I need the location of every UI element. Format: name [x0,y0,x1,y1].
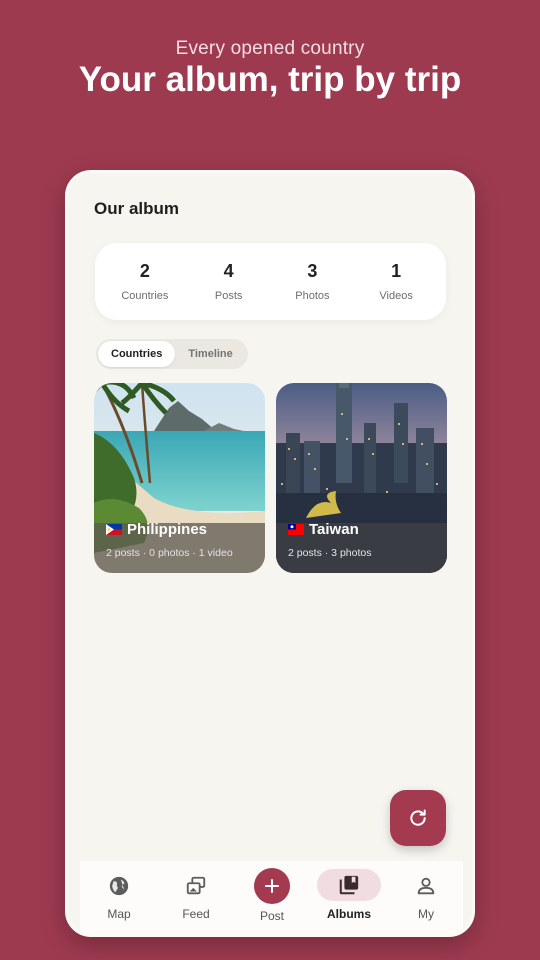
stat-videos: 1 Videos [356,261,436,302]
stat-photos: 3 Photos [272,261,352,302]
album-icon [339,875,359,895]
card-title-row: Taiwan [288,521,359,538]
nav-item-post[interactable]: Post [237,861,307,934]
album-country-name: Taiwan [309,521,359,538]
post-button-circle [254,868,290,904]
stat-value: 1 [391,261,402,281]
album-card-philippines[interactable]: Philippines 2 posts · 0 photos · 1 video [94,383,265,573]
taiwan-flag-icon [288,524,304,535]
nav-label: Post [259,909,284,923]
promo-subtitle: Every opened country [175,38,365,59]
stat-label: Countries [121,290,169,302]
stat-label: Photos [295,290,330,302]
nav-label: My [418,907,434,921]
stat-label: Posts [214,290,243,302]
nav-label: Albums [326,907,371,921]
philippines-flag-icon [106,524,122,535]
page-title: Our album [94,199,180,218]
tab-countries[interactable]: Countries [98,341,176,367]
stat-label: Videos [379,290,413,302]
album-card-taiwan[interactable]: Taiwan 2 posts · 3 photos [276,383,447,573]
refresh-icon [410,809,426,826]
nav-item-my[interactable]: My [391,861,461,934]
nav-item-feed[interactable]: Feed [161,861,231,934]
nav-item-albums[interactable]: Albums [314,861,384,934]
stat-posts: 4 Posts [189,261,269,302]
album-country-name: Philippines [127,521,208,538]
view-toggle: Countries Timeline [96,339,248,369]
person-icon [417,877,435,895]
album-meta: 2 posts · 3 photos [288,547,372,559]
stat-value: 2 [139,261,150,281]
stats-card: 2 Countries 4 Posts 3 Photos 1 Videos [95,243,446,320]
tab-timeline[interactable]: Timeline [175,341,245,367]
bottom-navigation: Map Feed Post Albums My [80,861,463,934]
nav-label: Feed [182,907,210,921]
refresh-button[interactable] [390,790,446,846]
feed-stack-icon [186,876,206,895]
promo-title: Your album, trip by trip [78,60,462,99]
plus-icon [265,879,279,893]
nav-label: Map [107,907,131,921]
phone-frame: Our album 2 Countries 4 Posts 3 Photos 1… [65,170,475,937]
card-title-row: Philippines [106,521,207,538]
nav-item-map[interactable]: Map [84,861,154,934]
stat-value: 3 [307,261,318,281]
globe-icon [109,876,129,896]
stat-countries: 2 Countries [105,261,185,302]
album-meta: 2 posts · 0 photos · 1 video [106,547,233,559]
stat-value: 4 [223,261,234,281]
